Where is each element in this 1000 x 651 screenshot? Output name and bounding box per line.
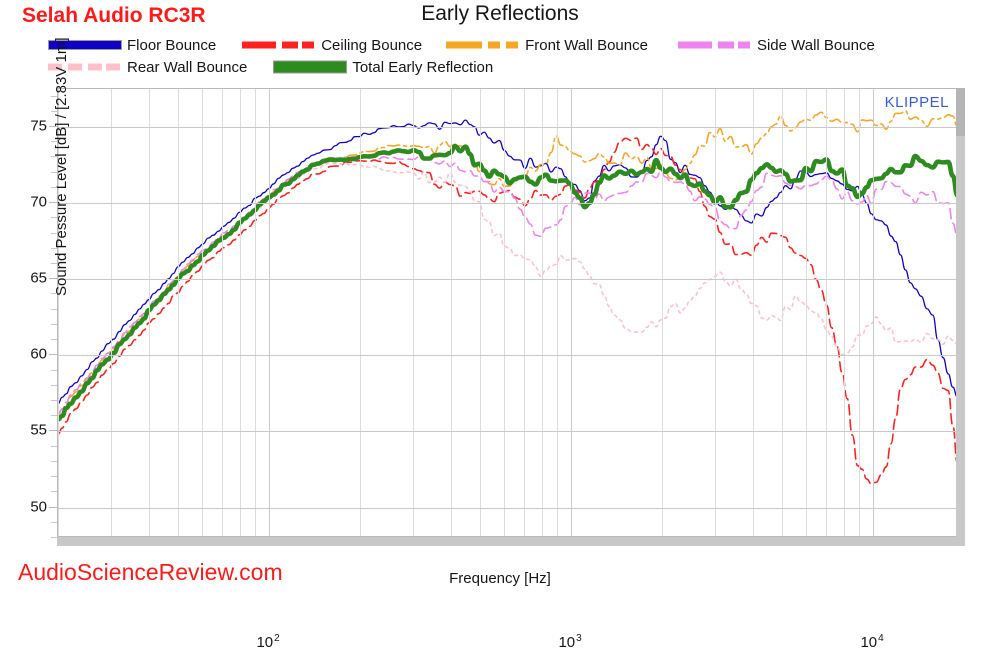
gridline-horizontal xyxy=(58,203,962,205)
gridline-vertical-minor xyxy=(178,89,180,536)
gridline-vertical-minor xyxy=(255,89,257,536)
y-tick-mark-minor xyxy=(51,232,57,234)
y-tick-mark-minor xyxy=(51,217,57,219)
gridline-vertical-minor xyxy=(148,89,150,536)
legend-swatch-side xyxy=(677,34,750,56)
y-tick-mark-minor xyxy=(51,460,57,462)
right-scrollbar[interactable] xyxy=(956,88,965,546)
y-tick-mark-minor xyxy=(51,263,57,265)
legend-swatch-ceiling xyxy=(242,34,315,56)
gridline-vertical-minor xyxy=(557,89,559,536)
legend-swatch-front xyxy=(446,34,519,56)
legend-item-total[interactable]: Total Early Reflection xyxy=(273,56,493,78)
y-axis-title: Sound Pessure Level [dB] / [2.83V 1m] xyxy=(53,37,70,297)
y-tick-label: 65 xyxy=(30,269,47,287)
y-tick-mark-minor xyxy=(51,141,57,143)
y-tick-label: 70 xyxy=(30,193,47,211)
gridline-vertical-minor xyxy=(480,89,482,536)
gridline-vertical-minor xyxy=(239,89,241,536)
gridline-vertical-minor xyxy=(843,89,845,536)
y-tick-mark-minor xyxy=(51,339,57,341)
y-tick-mark xyxy=(49,430,57,432)
x-tick-label: 102 xyxy=(256,633,280,651)
legend-label-side: Side Wall Bounce xyxy=(756,36,875,54)
y-tick-mark xyxy=(49,126,57,128)
brand-watermark: AudioScienceReview.com xyxy=(18,559,283,585)
gridline-vertical-major xyxy=(873,89,875,536)
gridline-vertical-minor xyxy=(826,89,828,536)
klippel-watermark: KLIPPEL xyxy=(884,94,949,111)
legend-item-floor[interactable]: Floor Bounce xyxy=(48,34,216,56)
y-tick-mark-minor xyxy=(51,247,57,249)
legend-swatch-total xyxy=(273,56,348,78)
x-tick-label: 103 xyxy=(558,633,582,651)
plot-area: KLIPPEL Sound Pessure Level [dB] / [2.83… xyxy=(30,38,963,651)
legend-label-ceiling: Ceiling Bounce xyxy=(321,36,423,54)
gridline-vertical-minor xyxy=(662,89,663,536)
gridline-vertical-minor xyxy=(782,89,784,536)
gridline-horizontal xyxy=(58,507,962,509)
y-tick-mark xyxy=(49,354,57,356)
page-title: Early Reflections xyxy=(421,2,579,25)
chart-legend: Floor Bounce Ceiling Bounce Front Wall Bou… xyxy=(48,34,978,78)
gridline-vertical-minor xyxy=(859,89,861,536)
gridline-vertical-minor xyxy=(752,89,754,536)
legend-item-side[interactable]: Side Wall Bounce xyxy=(677,34,875,56)
y-tick-mark-minor xyxy=(51,445,57,447)
gridline-vertical-major xyxy=(269,89,271,536)
legend-label-total: Total Early Reflection xyxy=(352,58,494,76)
y-tick-label: 55 xyxy=(30,421,47,439)
y-tick-mark-minor xyxy=(51,491,57,493)
gridline-vertical-minor xyxy=(413,89,415,536)
y-tick-mark-minor xyxy=(51,415,57,417)
y-tick-label: 60 xyxy=(30,345,47,363)
y-tick-mark-minor xyxy=(51,156,57,158)
y-tick-mark-minor xyxy=(51,521,57,523)
y-tick-mark-minor xyxy=(51,476,57,478)
y-tick-mark xyxy=(49,278,57,280)
gridline-vertical-major xyxy=(571,89,573,536)
legend-label-floor: Floor Bounce xyxy=(127,36,217,54)
y-tick-label: 50 xyxy=(30,498,47,516)
plot-frame xyxy=(57,88,963,537)
y-tick-mark xyxy=(49,506,57,508)
y-tick-mark-minor xyxy=(51,293,57,295)
legend-label-front: Front Wall Bounce xyxy=(525,36,648,54)
gridline-vertical-minor xyxy=(715,89,717,536)
x-tick-label: 104 xyxy=(860,633,884,651)
right-scrollbar-thumb[interactable] xyxy=(956,88,965,136)
gridline-vertical-minor xyxy=(504,89,506,536)
y-tick-mark-minor xyxy=(51,323,57,325)
y-tick-mark-minor xyxy=(51,110,57,112)
y-tick-mark xyxy=(49,202,57,204)
legend-label-rear: Rear Wall Bounce xyxy=(127,58,248,76)
y-tick-mark-minor xyxy=(51,308,57,310)
gridline-vertical-minor xyxy=(360,89,361,536)
gridline-vertical-minor xyxy=(111,89,113,536)
gridline-vertical-minor xyxy=(450,89,452,536)
y-tick-mark-minor xyxy=(51,171,57,173)
gridline-vertical-minor xyxy=(202,89,204,536)
gridline-vertical-minor xyxy=(541,89,543,536)
legend-item-front[interactable]: Front Wall Bounce xyxy=(446,34,648,56)
y-tick-mark-minor xyxy=(51,384,57,386)
y-tick-label: 75 xyxy=(30,117,47,135)
legend-item-rear[interactable]: Rear Wall Bounce xyxy=(48,56,247,78)
gridline-horizontal xyxy=(58,279,962,281)
bottom-scrollbar[interactable] xyxy=(57,537,965,546)
gridline-vertical-minor xyxy=(524,89,526,536)
legend-item-ceiling[interactable]: Ceiling Bounce xyxy=(242,34,422,56)
gridline-vertical-minor xyxy=(222,89,224,536)
gridline-horizontal xyxy=(58,431,962,433)
y-tick-mark-minor xyxy=(51,369,57,371)
gridline-horizontal xyxy=(58,127,962,129)
gridline-vertical-minor xyxy=(806,89,808,536)
gridline-horizontal xyxy=(58,355,962,357)
y-tick-mark-minor xyxy=(51,400,57,402)
y-tick-mark-minor xyxy=(51,95,57,97)
y-tick-mark-minor xyxy=(51,186,57,188)
